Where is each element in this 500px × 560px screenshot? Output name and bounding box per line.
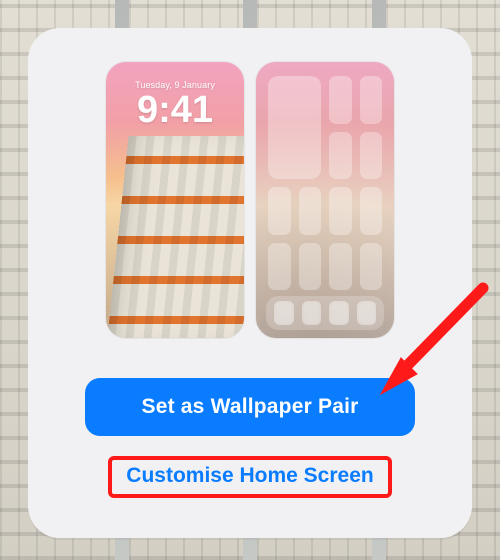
home-screen-preview [256,62,394,338]
wallpaper-preview-pair: Tuesday, 9 January 9:41 [106,62,394,338]
home-preview-app-icon [329,243,352,291]
home-preview-app-icon [360,132,383,180]
home-preview-widget [268,76,321,179]
customise-home-screen-button[interactable]: Customise Home Screen [126,464,373,488]
lock-preview-image [107,136,244,338]
lock-preview-time: 9:41 [106,91,244,129]
home-preview-grid [268,76,382,290]
home-preview-dock-icon [329,301,349,325]
lock-preview-clock: Tuesday, 9 January 9:41 [106,80,244,129]
annotation-highlight-box: Customise Home Screen [108,456,391,498]
home-preview-dock [266,296,384,330]
lock-screen-preview: Tuesday, 9 January 9:41 [106,62,244,338]
home-preview-app-icon [268,187,291,235]
home-preview-app-icon [329,187,352,235]
home-preview-app-icon [360,243,383,291]
home-preview-app-icon [268,243,291,291]
wallpaper-set-sheet: Tuesday, 9 January 9:41 [28,28,472,538]
home-preview-app-icon [360,187,383,235]
home-preview-app-icon [299,187,322,235]
home-preview-app-icon [329,76,352,124]
home-preview-app-icon [329,132,352,180]
home-preview-dock-icon [357,301,377,325]
home-preview-dock-icon [274,301,294,325]
home-preview-app-icon [299,243,322,291]
set-wallpaper-pair-button[interactable]: Set as Wallpaper Pair [85,378,415,436]
home-preview-dock-icon [302,301,322,325]
home-preview-app-icon [360,76,383,124]
